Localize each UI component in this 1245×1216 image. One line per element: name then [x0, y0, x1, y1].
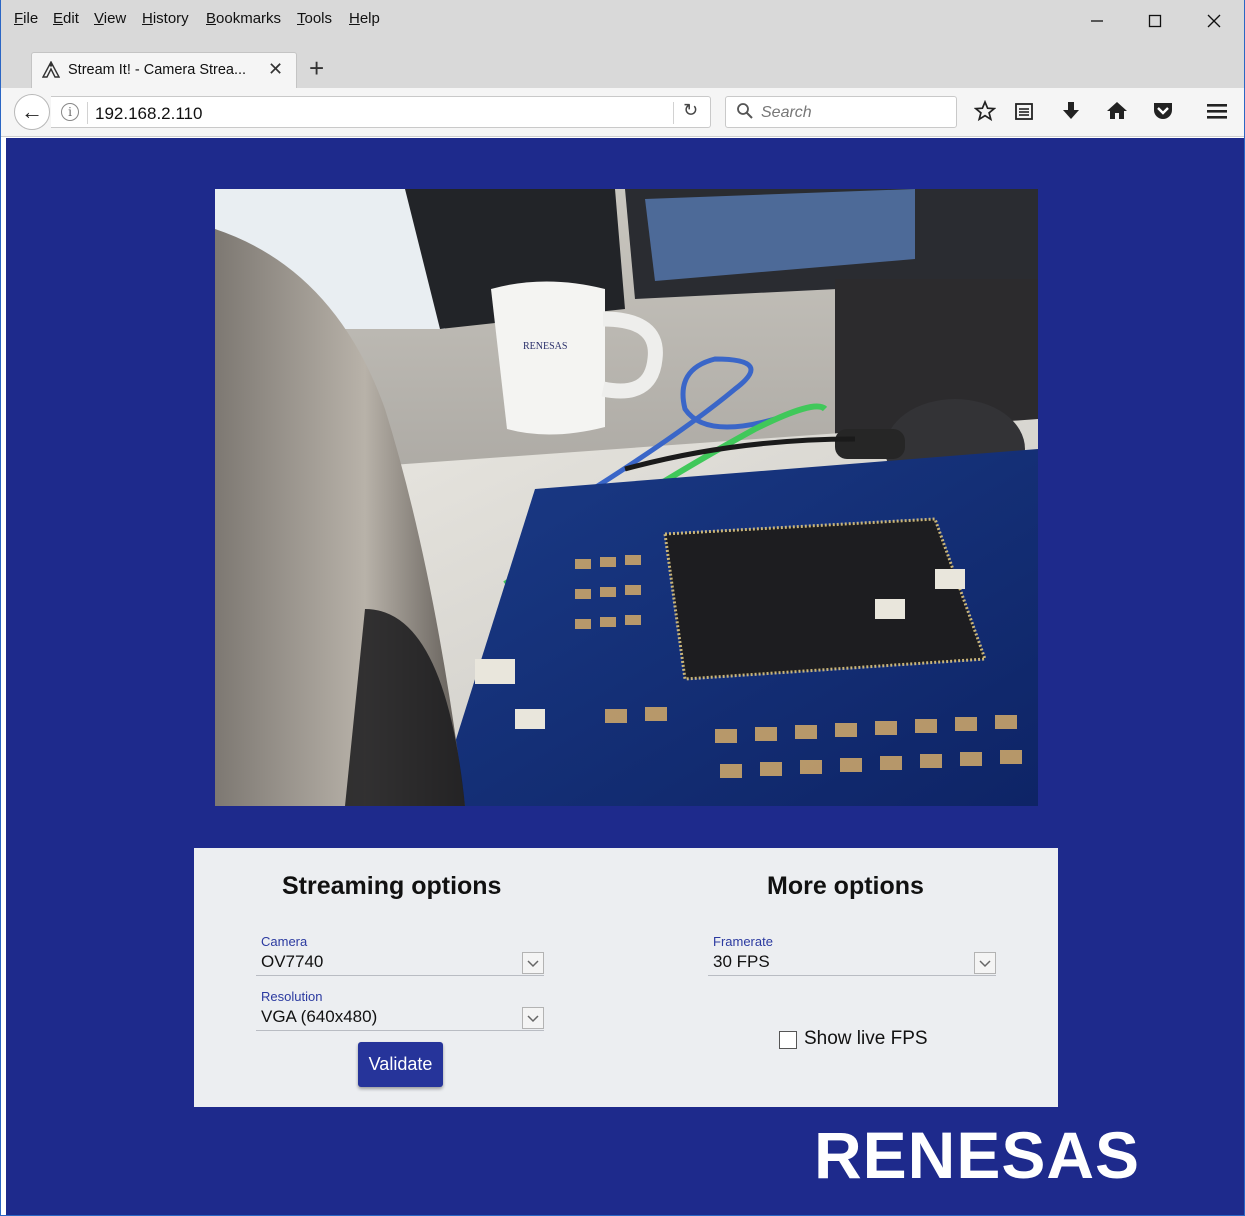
tab-stream-it[interactable]: Stream It! - Camera Strea... ✕	[31, 52, 297, 88]
framerate-label: Framerate	[713, 934, 773, 949]
framerate-select-value: 30 FPS	[713, 952, 770, 971]
menu-bar: File Edit View History Bookmarks Tools H…	[1, 0, 1244, 40]
minimize-icon[interactable]	[1077, 8, 1117, 38]
url-separator	[87, 102, 88, 124]
menu-tools[interactable]: Tools	[297, 10, 332, 27]
validate-button[interactable]: Validate	[358, 1042, 443, 1087]
show-live-fps-checkbox[interactable]	[779, 1031, 797, 1049]
camera-feed-image: RENESAS	[215, 189, 1038, 806]
framerate-select[interactable]: 30 FPS	[708, 950, 996, 976]
camera-label: Camera	[261, 934, 308, 949]
menu-edit[interactable]: Edit	[53, 10, 79, 27]
back-arrow-icon: ←	[21, 99, 43, 124]
search-placeholder: Search	[761, 104, 812, 121]
new-tab-icon[interactable]: +	[309, 54, 324, 82]
resolution-label: Resolution	[261, 989, 323, 1004]
reading-list-icon[interactable]	[1011, 96, 1037, 126]
camera-select[interactable]: OV7740	[256, 950, 544, 976]
back-button[interactable]: ←	[14, 94, 50, 130]
home-icon[interactable]	[1104, 96, 1130, 126]
url-text[interactable]: 192.168.2.110	[95, 104, 202, 124]
tab-title: Stream It! - Camera Strea...	[68, 62, 247, 78]
info-icon[interactable]: i	[61, 103, 79, 121]
renesas-favicon-icon	[42, 61, 60, 78]
show-live-fps-label[interactable]: Show live FPS	[804, 1028, 928, 1050]
chevron-down-icon[interactable]	[522, 1007, 544, 1029]
options-panel: Streaming options More options Camera OV…	[194, 848, 1058, 1107]
menu-help[interactable]: Help	[349, 10, 380, 27]
renesas-logo: RENESAS	[814, 1123, 1140, 1192]
maximize-icon[interactable]	[1135, 8, 1175, 38]
menu-bookmarks[interactable]: Bookmarks	[206, 10, 281, 27]
search-bar[interactable]: Search	[725, 96, 957, 128]
menu-file[interactable]: File	[14, 10, 38, 27]
more-options-heading: More options	[767, 872, 924, 900]
tab-strip: Stream It! - Camera Strea... ✕ +	[1, 40, 1244, 88]
star-icon[interactable]	[972, 96, 998, 126]
menu-history[interactable]: History	[142, 10, 189, 27]
streaming-options-heading: Streaming options	[282, 872, 502, 900]
camera-select-value: OV7740	[261, 952, 324, 971]
tab-close-icon[interactable]: ✕	[268, 59, 283, 80]
url-bar[interactable]: i 192.168.2.110 ↻	[51, 96, 711, 128]
menu-view[interactable]: View	[94, 10, 126, 27]
pocket-icon[interactable]	[1150, 96, 1176, 126]
mug-logo-text: RENESAS	[523, 341, 567, 352]
browser-window: File Edit View History Bookmarks Tools H…	[0, 0, 1245, 1216]
reload-icon[interactable]: ↻	[683, 100, 698, 121]
chevron-down-icon[interactable]	[974, 952, 996, 974]
close-icon[interactable]	[1194, 8, 1234, 38]
search-icon	[737, 103, 753, 119]
resolution-select[interactable]: VGA (640x480)	[256, 1005, 544, 1031]
hamburger-menu-icon[interactable]	[1204, 96, 1230, 126]
chevron-down-icon[interactable]	[522, 952, 544, 974]
page-content: RENESAS Streaming options More options C…	[6, 138, 1244, 1215]
download-icon[interactable]	[1058, 96, 1084, 126]
renesas-logo-text: RENESAS	[814, 1123, 1140, 1192]
resolution-select-value: VGA (640x480)	[261, 1007, 378, 1026]
url-separator-right	[673, 102, 674, 124]
